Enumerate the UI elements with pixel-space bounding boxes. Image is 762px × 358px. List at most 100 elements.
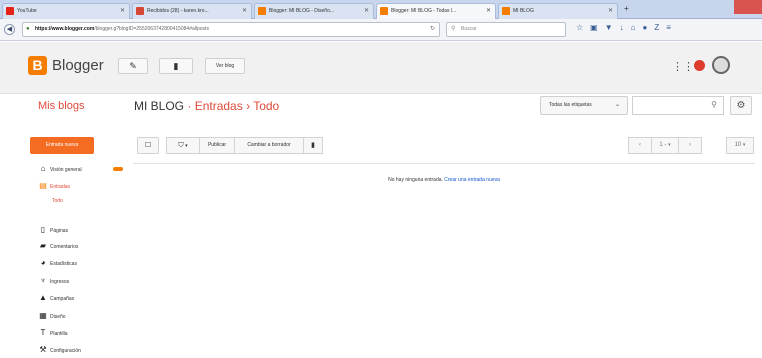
chevron-down-icon: ▾ [185, 143, 188, 149]
sidebar-item-settings[interactable]: ⚒ Configuración [38, 344, 81, 356]
layout-icon: ▦ [39, 311, 47, 320]
posts-search-input[interactable]: ⚲ [632, 96, 724, 115]
notifications-icon[interactable] [694, 60, 705, 71]
sidebar-item-label: Plantilla [50, 331, 68, 337]
posts-action-group: ⛉ ▾ Publicar Cambiar a borrador ▮ [166, 137, 323, 154]
extension-icon[interactable]: ● [643, 23, 655, 32]
settings-button[interactable]: ⚙ [730, 96, 752, 115]
blogger-logo-icon[interactable]: B [28, 56, 47, 75]
new-post-button[interactable]: Entrada nueva [30, 137, 94, 154]
address-bar[interactable]: ● https://www.blogger.com/blogger.g?blog… [22, 22, 440, 37]
reading-list-icon[interactable]: ▣ [590, 23, 605, 32]
search-icon[interactable]: ⚲ [711, 100, 717, 109]
close-tab-icon[interactable]: ✕ [364, 4, 369, 18]
browser-tab-mi-blog[interactable]: MI BLOG ✕ [498, 3, 618, 19]
reload-icon[interactable]: ↻ [430, 23, 435, 36]
tag-icon: ⛉ [178, 142, 184, 149]
chevron-right-icon: › [689, 142, 691, 148]
chevron-down-icon: ▾ [668, 142, 671, 148]
back-button[interactable]: ◀ [4, 24, 15, 35]
pages-button[interactable]: ▮ [159, 58, 193, 74]
select-all-checkbox[interactable]: ☐ [137, 137, 159, 154]
browser-tab-gmail[interactable]: Recibidos (28) - karen.kro... ✕ [132, 3, 252, 19]
close-tab-icon[interactable]: ✕ [486, 4, 491, 18]
blog-name[interactable]: MI BLOG [134, 99, 184, 113]
create-new-post-link[interactable]: Crear una entrada nueva [444, 177, 500, 183]
publish-button[interactable]: Publicar [199, 137, 235, 154]
view-blog-button[interactable]: Ver blog [205, 58, 245, 74]
page-range-dropdown[interactable]: 1 - ▾ [651, 137, 679, 154]
menu-icon[interactable]: ≡ [666, 23, 678, 32]
browser-tab-blogger-design[interactable]: Blogger: MI BLOG - Diseño... ✕ [254, 3, 374, 19]
sidebar-item-label: Visión general [50, 167, 82, 173]
sidebar-item-label: Páginas [50, 228, 69, 234]
my-blogs-link[interactable]: Mis blogs [38, 100, 84, 112]
tab-title: Blogger: MI BLOG - Todas l... [391, 8, 457, 14]
home-icon[interactable]: ⌂ [631, 23, 643, 32]
per-page-dropdown[interactable]: 10 ▾ [726, 137, 754, 154]
close-tab-icon[interactable]: ✕ [608, 4, 613, 18]
blogger-favicon-icon [380, 7, 388, 15]
campaigns-icon: ▲ [39, 293, 47, 302]
close-tab-icon[interactable]: ✕ [242, 4, 247, 18]
window-close-button[interactable] [734, 0, 762, 14]
zotero-icon[interactable]: Z [654, 23, 666, 32]
chevron-left-icon: ‹ [639, 142, 641, 148]
sidebar-item-label: Diseño [50, 314, 66, 320]
per-page-value: 10 [734, 142, 742, 148]
sidebar-subitem-all[interactable]: Todo [52, 198, 63, 204]
blogger-brand[interactable]: Blogger [52, 56, 104, 75]
gear-icon: ⚙ [736, 100, 746, 111]
browser-tab-youtube[interactable]: YouTube ✕ [2, 3, 130, 19]
apps-grid-icon[interactable]: ⋮⋮ [672, 60, 694, 73]
sidebar-item-label: Comentarios [50, 244, 79, 250]
next-page-button[interactable]: › [678, 137, 702, 154]
breadcrumb-section[interactable]: Entradas [195, 99, 243, 113]
breadcrumb: MI BLOG · Entradas › Todo [134, 99, 279, 113]
sidebar-item-overview[interactable]: ⌂ Visión general [38, 163, 82, 175]
sidebar-item-label: Ingresos [50, 279, 70, 285]
tab-title: MI BLOG [513, 8, 534, 14]
sidebar-item-layout[interactable]: ▦ Diseño [38, 310, 66, 322]
browser-tab-bar: YouTube ✕ Recibidos (28) - karen.kro... … [0, 0, 762, 19]
pocket-icon[interactable]: ▼ [605, 23, 620, 32]
sidebar-item-earnings[interactable]: ♆ Ingresos [38, 275, 69, 287]
divider [133, 163, 755, 164]
sidebar-item-template[interactable]: T Plantilla [38, 327, 68, 339]
trophy-icon: ♆ [40, 276, 46, 285]
new-tab-button[interactable]: + [624, 4, 629, 13]
breadcrumb-view: Todo [253, 99, 280, 113]
sidebar-item-stats[interactable]: ◕ Estadísticas [38, 257, 77, 269]
sidebar-item-label: Configuración [50, 348, 81, 354]
tab-title: Recibidos (28) - karen.kro... [147, 8, 209, 14]
breadcrumb-separator: › [246, 99, 251, 113]
star-icon[interactable]: ☆ [576, 23, 590, 32]
gmail-favicon-icon [136, 7, 144, 15]
browser-search-input[interactable]: ⚲ Buscar [446, 22, 566, 37]
download-icon[interactable]: ↓ [620, 23, 631, 32]
delete-button[interactable]: ▮ [303, 137, 323, 154]
sidebar-item-campaigns[interactable]: ▲ Campañas [38, 292, 74, 304]
avatar[interactable] [712, 56, 730, 74]
new-post-pencil-button[interactable]: ✎ [118, 58, 148, 74]
labels-dropdown[interactable]: Todas las etiquetas ⌄ [540, 96, 628, 115]
browser-tab-blogger-posts[interactable]: Blogger: MI BLOG - Todas l... ✕ [376, 3, 496, 19]
sidebar-item-label: Entradas [50, 184, 71, 190]
overview-activity-marker [113, 167, 123, 171]
prev-page-button[interactable]: ‹ [628, 137, 652, 154]
empty-message-text: No hay ninguna entrada. [388, 177, 443, 183]
page-icon: ▮ [173, 61, 179, 71]
revert-to-draft-button[interactable]: Cambiar a borrador [234, 137, 304, 154]
search-placeholder: Buscar [461, 26, 477, 32]
empty-state-message: No hay ninguna entrada. Crear una entrad… [133, 177, 755, 183]
sidebar-item-pages[interactable]: ▯ Páginas [38, 224, 68, 236]
posts-icon: ▤ [39, 181, 47, 190]
wrench-icon: ⚒ [39, 345, 47, 354]
sidebar-item-posts[interactable]: ▤ Entradas [38, 180, 70, 192]
template-icon: T [40, 328, 46, 337]
label-dropdown-button[interactable]: ⛉ ▾ [166, 137, 200, 154]
tab-title: YouTube [17, 8, 37, 14]
sidebar-item-comments[interactable]: ▰ Comentarios [38, 240, 78, 252]
search-icon: ⚲ [451, 26, 456, 32]
close-tab-icon[interactable]: ✕ [120, 4, 125, 18]
